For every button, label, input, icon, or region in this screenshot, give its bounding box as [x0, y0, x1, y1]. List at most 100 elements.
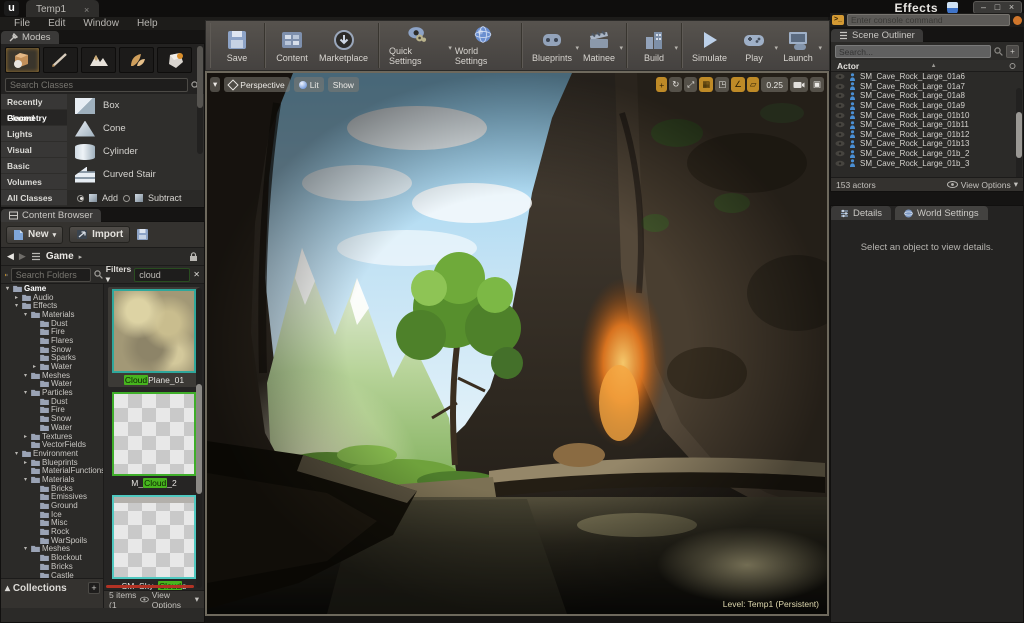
asset-thumbnail[interactable] [112, 289, 196, 373]
content-browser-tab[interactable]: Content Browser [1, 209, 101, 222]
folder-tree-item[interactable]: ▾ Meshes [1, 545, 103, 554]
actor-row[interactable]: SM_Cave_Rock_Large_01b_2 [831, 149, 1023, 159]
tree-expander-icon[interactable]: ▸ [31, 363, 38, 370]
folder-tree-item[interactable]: MaterialFunctions [1, 466, 103, 475]
forward-button[interactable]: ▶ [19, 251, 26, 262]
mode-category[interactable]: Recently Placed [1, 94, 67, 110]
add-collection-button[interactable]: + [88, 582, 100, 594]
visibility-eye-icon[interactable] [835, 92, 845, 99]
folder-tree-item[interactable]: ▾ Materials [1, 310, 103, 319]
visibility-eye-icon[interactable] [835, 150, 845, 157]
grid-snap-button[interactable]: ▦ [699, 77, 713, 92]
collections-header[interactable]: ▴ Collections [5, 583, 67, 594]
mode-category[interactable]: Visual [1, 142, 67, 158]
geometry-item[interactable]: Cylinder [67, 140, 204, 163]
rotation-snap-button[interactable]: ∠ [731, 77, 745, 92]
add-radio[interactable] [77, 195, 84, 202]
geometry-item[interactable]: Curved Stair [67, 163, 204, 186]
asset-card[interactable]: SM_Sky_Clouds [108, 493, 200, 593]
actor-row[interactable]: SM_Cave_Rock_Large_01a8 [831, 91, 1023, 101]
folder-tree-item[interactable]: Rock [1, 527, 103, 536]
sources-toggle-icon[interactable] [5, 270, 8, 280]
tree-expander-icon[interactable]: ▾ [22, 389, 29, 396]
clear-search-icon[interactable]: ✕ [193, 270, 200, 279]
folder-tree-item[interactable]: Ice [1, 510, 103, 519]
folder-tree-item[interactable]: Water [1, 423, 103, 432]
close-button[interactable]: × [1005, 2, 1018, 13]
folder-tree-item[interactable]: Snow [1, 414, 103, 423]
perspective-button[interactable]: Perspective [224, 77, 289, 92]
actor-row[interactable]: SM_Cave_Rock_Large_01a9 [831, 101, 1023, 111]
breadcrumb[interactable]: Game [46, 251, 74, 262]
asset-card[interactable]: M_Cloud_2 [108, 390, 200, 490]
path-history-icon[interactable] [31, 252, 41, 261]
world-settings-tab[interactable]: World Settings [895, 206, 988, 220]
asset-thumbnail[interactable] [112, 495, 196, 579]
tree-expander-icon[interactable]: ▾ [22, 545, 29, 552]
tree-expander-icon[interactable]: ▸ [22, 459, 29, 466]
folder-tree-item[interactable]: Blockout [1, 553, 103, 562]
folder-tree-item[interactable]: ▾ Environment [1, 449, 103, 458]
camera-speed-button[interactable] [790, 77, 808, 92]
menu-help[interactable]: Help [129, 17, 166, 30]
actor-row[interactable]: SM_Cave_Rock_Large_01b13 [831, 139, 1023, 149]
back-button[interactable]: ◀ [7, 251, 14, 262]
content-button[interactable]: Content [270, 23, 314, 68]
build-button[interactable]: Build ▾ [632, 23, 676, 68]
world-space-button[interactable]: ◳ [715, 77, 729, 92]
show-button[interactable]: Show [328, 77, 359, 92]
folder-tree-item[interactable]: WarSpoils [1, 536, 103, 545]
visibility-eye-icon[interactable] [835, 112, 845, 119]
filters-button[interactable]: Filters ▾ [106, 264, 132, 285]
folder-tree-item[interactable]: VectorFields [1, 440, 103, 449]
tree-expander-icon[interactable]: ▸ [13, 294, 20, 301]
minimize-button[interactable]: – [977, 2, 990, 13]
details-tab[interactable]: Details [831, 206, 891, 220]
scale-tool-button[interactable]: ⤢ [684, 77, 697, 92]
mode-category[interactable]: Volumes [1, 174, 67, 190]
cb-view-options-button[interactable]: View Options ▾ [140, 590, 199, 609]
folder-tree-item[interactable]: Sparks [1, 354, 103, 363]
scale-snap-button[interactable]: 0.25 [761, 77, 788, 92]
search-classes-input[interactable] [5, 78, 188, 92]
save-button[interactable]: Save [215, 23, 259, 68]
move-tool-button[interactable]: + [656, 77, 667, 92]
paint-mode-button[interactable] [43, 47, 78, 73]
console-command-input[interactable] [847, 14, 1010, 26]
folder-tree-item[interactable]: ▸ Water [1, 362, 103, 371]
actor-column-header[interactable]: Actor [837, 61, 859, 71]
visibility-eye-icon[interactable] [835, 140, 845, 147]
actor-row[interactable]: SM_Cave_Rock_Large_01b10 [831, 110, 1023, 120]
column-settings-icon[interactable] [1008, 62, 1017, 70]
outliner-view-options-button[interactable]: View Options ▾ [947, 179, 1018, 190]
tab-close-icon[interactable]: × [84, 5, 89, 15]
matinee-button[interactable]: Matinee ▾ [577, 23, 621, 68]
folder-tree-item[interactable]: ▾ Game [1, 284, 103, 293]
tree-expander-icon[interactable]: ▾ [22, 311, 29, 318]
visibility-eye-icon[interactable] [835, 160, 845, 167]
geometry-item[interactable]: Box [67, 94, 204, 117]
outliner-search-input[interactable] [835, 45, 991, 58]
folder-tree-item[interactable]: Bricks [1, 562, 103, 571]
actor-row[interactable]: SM_Cave_Rock_Large_01b11 [831, 120, 1023, 130]
save-all-icon[interactable] [136, 228, 149, 241]
import-button[interactable]: Import [69, 226, 130, 243]
asset-search-input[interactable] [134, 268, 190, 282]
folder-tree-item[interactable]: Bricks [1, 484, 103, 493]
menu-edit[interactable]: Edit [40, 17, 73, 30]
outliner-scrollbar[interactable] [1016, 88, 1022, 184]
subtract-radio[interactable] [123, 195, 130, 202]
asset-scrollbar[interactable] [196, 288, 202, 588]
lock-icon[interactable] [189, 252, 198, 262]
mode-category[interactable]: All Classes [1, 190, 67, 206]
outliner-options-button[interactable]: + [1006, 45, 1019, 58]
foliage-mode-button[interactable] [119, 47, 154, 73]
search-folders-input[interactable] [11, 268, 91, 282]
visibility-eye-icon[interactable] [835, 102, 845, 109]
tree-expander-icon[interactable]: ▾ [22, 372, 29, 379]
launch-button[interactable]: Launch ▾ [776, 23, 820, 68]
surface-snap-button[interactable]: ▱ [747, 77, 760, 92]
folder-tree-item[interactable]: ▸ Audio [1, 293, 103, 302]
visibility-eye-icon[interactable] [835, 73, 845, 80]
marketplace-button[interactable]: Marketplace [314, 23, 373, 68]
